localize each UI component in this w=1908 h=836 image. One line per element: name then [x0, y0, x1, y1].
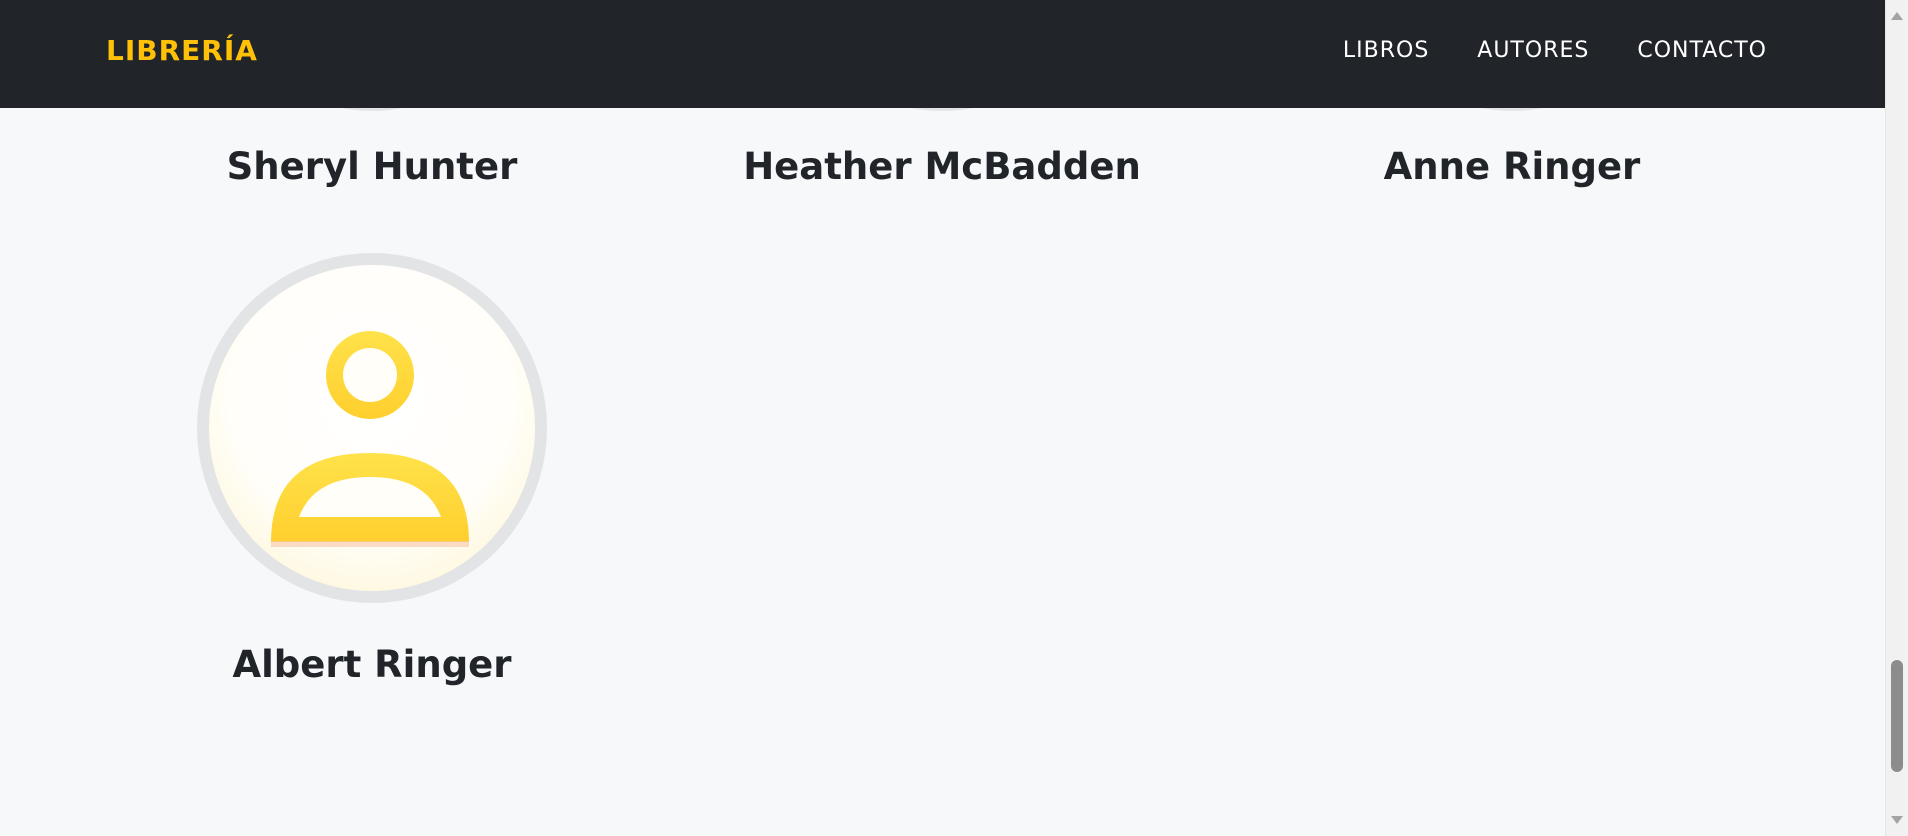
scroll-up-icon[interactable]	[1891, 12, 1903, 20]
author-name: Sheryl Hunter	[226, 145, 518, 188]
author-avatar	[197, 253, 547, 603]
author-name: Anne Ringer	[1383, 145, 1641, 188]
scroll-down-icon[interactable]	[1891, 816, 1903, 824]
nav-link-libros[interactable]: LIBROS	[1343, 38, 1429, 63]
author-name: Heather McBadden	[743, 145, 1141, 188]
page-viewport: Sheryl Hunter Heather McBadden Anne Ring…	[0, 0, 1885, 836]
user-icon	[271, 331, 469, 547]
scroll-thumb[interactable]	[1891, 660, 1903, 772]
nav-link-autores[interactable]: AUTORES	[1477, 38, 1589, 63]
nav-link-contacto[interactable]: CONTACTO	[1637, 38, 1767, 63]
brand-logo[interactable]: LIBRERÍA	[106, 34, 258, 67]
nav-links: LIBROS AUTORES CONTACTO	[1343, 38, 1767, 63]
top-navbar: LIBRERÍA LIBROS AUTORES CONTACTO	[0, 0, 1885, 108]
vertical-scrollbar[interactable]	[1885, 0, 1908, 836]
author-name: Albert Ringer	[232, 643, 512, 686]
avatar-background	[209, 265, 535, 591]
